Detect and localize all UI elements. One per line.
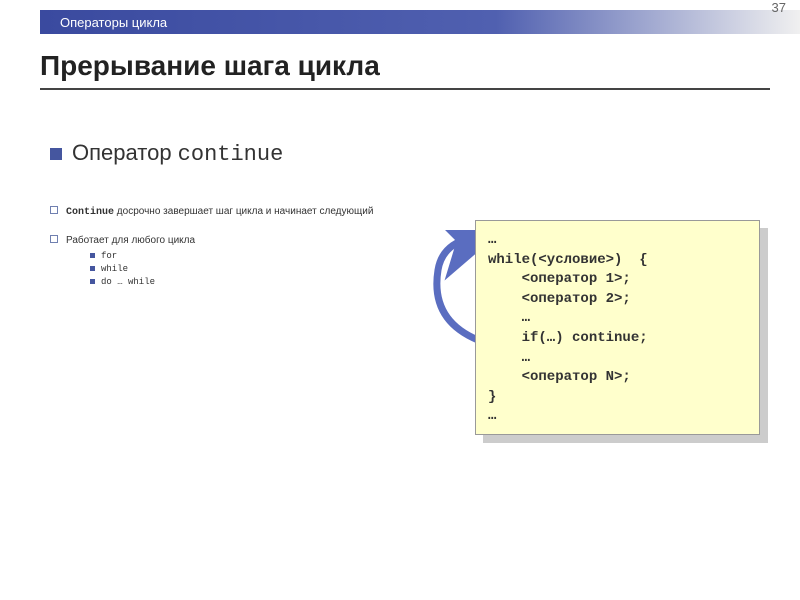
main-bullet: Оператор continue (50, 140, 770, 167)
sub-bullet-1-kw: Continue (66, 207, 114, 218)
header-text: Операторы цикла (40, 15, 167, 30)
sub-bullet-1: Continue досрочно завершает шаг цикла и … (50, 203, 770, 218)
page-number: 37 (772, 0, 786, 15)
loop-label: for (101, 251, 117, 261)
main-bullet-code: continue (178, 142, 284, 167)
sub-bullet-1-text: Continue досрочно завершает шаг цикла и … (66, 206, 373, 218)
loop-label: while (101, 264, 128, 274)
loop-label: do … while (101, 277, 155, 287)
title-block: Прерывание шага цикла (40, 50, 770, 90)
title-rule (40, 88, 770, 90)
bullet-hollow-icon (50, 235, 58, 243)
sub-bullet-2-text: Работает для любого цикла (66, 235, 195, 246)
code-box: … while(<условие>) { <оператор 1>; <опер… (475, 220, 760, 435)
bullet-hollow-icon (50, 206, 58, 214)
header-bar: Операторы цикла (40, 10, 800, 34)
slide-title: Прерывание шага цикла (40, 50, 770, 88)
bullet-tiny-icon (90, 266, 95, 271)
main-bullet-prefix: Оператор (72, 140, 178, 165)
main-bullet-text: Оператор continue (72, 140, 283, 167)
bullet-square-icon (50, 148, 62, 160)
bullet-tiny-icon (90, 279, 95, 284)
bullet-tiny-icon (90, 253, 95, 258)
code-example: … while(<условие>) { <оператор 1>; <опер… (475, 220, 760, 435)
sub-bullet-1-rest: досрочно завершает шаг цикла и начинает … (114, 206, 373, 217)
